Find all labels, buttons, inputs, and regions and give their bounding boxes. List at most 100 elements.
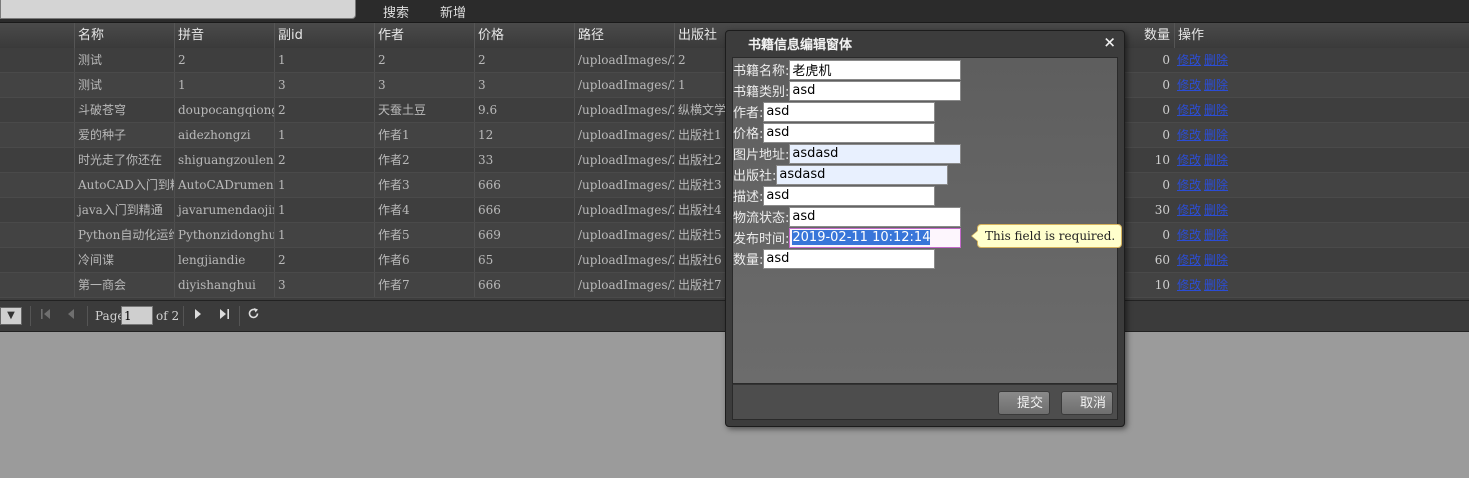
- description-input[interactable]: [763, 185, 936, 206]
- close-icon[interactable]: ×: [1103, 33, 1116, 51]
- edit-link[interactable]: 修改: [1177, 153, 1201, 167]
- cell-author: 作者3: [374, 173, 474, 197]
- delete-link[interactable]: 删除: [1204, 53, 1228, 67]
- delete-link[interactable]: 删除: [1204, 228, 1228, 242]
- cell-name: 冷间谍: [74, 248, 174, 272]
- shipping-status-label: 物流状态:: [733, 211, 790, 226]
- cell-author: 作者6: [374, 248, 474, 272]
- next-page-icon[interactable]: [193, 307, 203, 325]
- toolbar: 搜索 新增: [0, 0, 1469, 23]
- author-input[interactable]: [763, 101, 936, 122]
- page-size-select[interactable]: ▼: [0, 307, 22, 325]
- delete-link[interactable]: 删除: [1204, 153, 1228, 167]
- refresh-icon[interactable]: [247, 307, 260, 325]
- field-image-path: 图片地址:: [733, 143, 962, 164]
- cell-path: /uploadImages/2020: [574, 223, 674, 247]
- header-sub-id[interactable]: 副id: [274, 23, 374, 48]
- search-button[interactable]: 搜索: [383, 2, 409, 21]
- cell-price: 666: [474, 173, 574, 197]
- edit-link[interactable]: 修改: [1177, 203, 1201, 217]
- cell-pinyin: javarumendaojingto: [174, 198, 274, 222]
- cell-sub-id: 1: [274, 223, 374, 247]
- edit-link[interactable]: 修改: [1177, 128, 1201, 142]
- delete-link[interactable]: 删除: [1204, 278, 1228, 292]
- cell-row-marker: [0, 73, 74, 97]
- cell-pinyin: 2: [174, 48, 274, 72]
- cell-actions: 修改 删除: [1174, 173, 1294, 197]
- publisher-input[interactable]: [776, 164, 949, 185]
- cell-price: 9.6: [474, 98, 574, 122]
- field-shipping-status: 物流状态:: [733, 206, 962, 227]
- edit-link[interactable]: 修改: [1177, 228, 1201, 242]
- cell-actions: 修改 删除: [1174, 273, 1294, 297]
- cell-quantity: 0: [1162, 128, 1170, 142]
- cell-row-marker: [0, 98, 74, 122]
- book-name-input[interactable]: [789, 59, 962, 80]
- edit-link[interactable]: 修改: [1177, 103, 1201, 117]
- validation-tooltip: This field is required.: [971, 224, 1123, 248]
- submit-button[interactable]: 提交: [998, 391, 1050, 415]
- cell-pinyin: AutoCADrumendao: [174, 173, 274, 197]
- header-quantity[interactable]: 数量: [1125, 23, 1174, 48]
- cell-price: 12: [474, 123, 574, 147]
- first-page-icon[interactable]: [40, 307, 52, 325]
- publish-time-input[interactable]: 2019-02-11 10:12:14: [789, 227, 962, 248]
- quantity-input[interactable]: [763, 248, 936, 269]
- price-input[interactable]: [763, 122, 936, 143]
- shipping-status-input[interactable]: [789, 206, 962, 227]
- page-number-input[interactable]: [121, 306, 153, 325]
- cell-name: Python自动化运维: [74, 223, 174, 247]
- edit-link[interactable]: 修改: [1177, 278, 1201, 292]
- cell-name: AutoCAD入门到精: [74, 173, 174, 197]
- cell-row-marker: [0, 248, 74, 272]
- delete-link[interactable]: 删除: [1204, 253, 1228, 267]
- delete-link[interactable]: 删除: [1204, 103, 1228, 117]
- pager-divider: [30, 306, 31, 326]
- cell-sub-id: 3: [274, 273, 374, 297]
- cell-author: 作者5: [374, 223, 474, 247]
- cell-price: 666: [474, 198, 574, 222]
- pager-divider: [183, 306, 184, 326]
- cell-row-marker: [0, 198, 74, 222]
- add-button[interactable]: 新增: [440, 2, 466, 21]
- author-label: 作者:: [733, 106, 764, 121]
- image-path-label: 图片地址:: [733, 148, 790, 163]
- price-label: 价格:: [733, 127, 764, 142]
- field-publish-time: 发布时间: 2019-02-11 10:12:14: [733, 227, 962, 248]
- cell-row-marker: [0, 223, 74, 247]
- cell-path: /uploadImages/2020: [574, 48, 674, 72]
- cell-actions: 修改 删除: [1174, 248, 1294, 272]
- image-path-input[interactable]: [789, 143, 962, 164]
- last-page-icon[interactable]: [218, 307, 230, 325]
- pager-divider: [87, 306, 88, 326]
- book-type-input[interactable]: [789, 80, 962, 101]
- header-pinyin[interactable]: 拼音: [174, 23, 274, 48]
- header-price[interactable]: 价格: [474, 23, 574, 48]
- field-quantity: 数量:: [733, 248, 936, 269]
- prev-page-icon[interactable]: [66, 307, 76, 325]
- cell-name: 测试: [74, 48, 174, 72]
- delete-link[interactable]: 删除: [1204, 203, 1228, 217]
- header-author[interactable]: 作者: [374, 23, 474, 48]
- edit-link[interactable]: 修改: [1177, 53, 1201, 67]
- cell-name: 时光走了你还在: [74, 148, 174, 172]
- delete-link[interactable]: 删除: [1204, 78, 1228, 92]
- cell-publisher: 纵横文学: [674, 98, 725, 122]
- edit-link[interactable]: 修改: [1177, 253, 1201, 267]
- delete-link[interactable]: 删除: [1204, 128, 1228, 142]
- cell-author: 作者1: [374, 123, 474, 147]
- edit-link[interactable]: 修改: [1177, 78, 1201, 92]
- dialog-title: 书籍信息编辑窗体: [748, 38, 853, 53]
- header-publisher[interactable]: 出版社: [674, 23, 725, 48]
- delete-link[interactable]: 删除: [1204, 178, 1228, 192]
- cell-sub-id: 1: [274, 198, 374, 222]
- cancel-button[interactable]: 取消: [1061, 391, 1113, 415]
- cell-quantity: 0: [1162, 103, 1170, 117]
- header-name[interactable]: 名称: [74, 23, 174, 48]
- cell-publisher: 出版社3: [674, 173, 725, 197]
- search-input[interactable]: [0, 0, 356, 19]
- cell-row-marker: [0, 173, 74, 197]
- edit-link[interactable]: 修改: [1177, 178, 1201, 192]
- cell-name: 爱的种子: [74, 123, 174, 147]
- header-path[interactable]: 路径: [574, 23, 674, 48]
